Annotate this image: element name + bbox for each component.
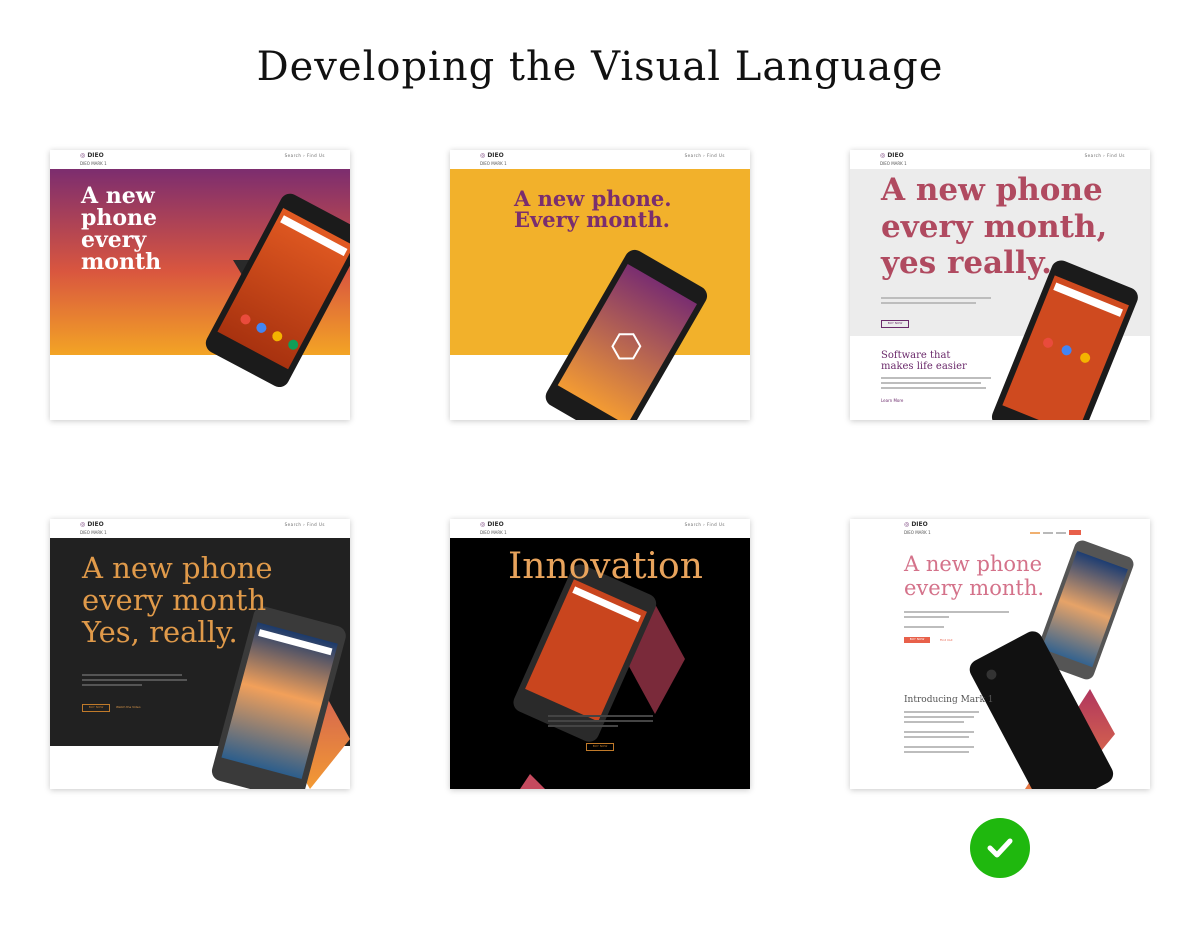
design-option-card-1[interactable]: DIEO DIEO MARK 1 Search › Find Us [50, 150, 350, 420]
card-headline: A new phone every month, yes really. [881, 172, 1108, 282]
design-option-card-6[interactable]: DIEO DIEO MARK 1 A new phone every month… [850, 519, 1150, 789]
card-headline: A new phone. Every month. [514, 186, 672, 232]
design-option-card-4[interactable]: DIEO DIEO MARK 1 Search › Find Us A new … [50, 519, 350, 789]
buy-now-button[interactable]: BUY NOW [586, 743, 614, 751]
design-option-card-5[interactable]: DIEO DIEO MARK 1 Search › Find Us Innova… [450, 519, 750, 789]
card-subhead: Software that makes life easier [881, 350, 967, 372]
card-headline: A new phone every month Yes, really. [82, 551, 273, 649]
learn-more-link[interactable]: Learn More [881, 398, 903, 403]
card-headline: A new phone every month. [904, 552, 1045, 601]
card-subhead: Introducing Mark 1 [904, 695, 994, 705]
buy-now-button[interactable]: BUY NOW [881, 320, 909, 328]
check-icon [970, 818, 1030, 878]
card-headline: Innovation [508, 546, 703, 587]
design-option-card-2[interactable]: DIEO DIEO MARK 1 Search › Find Us A new … [450, 150, 750, 420]
buy-now-button[interactable]: BUY NOW [82, 704, 110, 712]
buy-now-button[interactable]: BUY NOW [904, 637, 930, 643]
find-out-link[interactable]: Find Out [940, 638, 953, 642]
design-option-card-3[interactable]: DIEO DIEO MARK 1 Search › Find Us A new … [850, 150, 1150, 420]
watch-video-link[interactable]: Watch the Video [116, 705, 141, 709]
page-title: Developing the Visual Language [256, 44, 944, 90]
card-headline: A new phone every month [81, 183, 162, 275]
